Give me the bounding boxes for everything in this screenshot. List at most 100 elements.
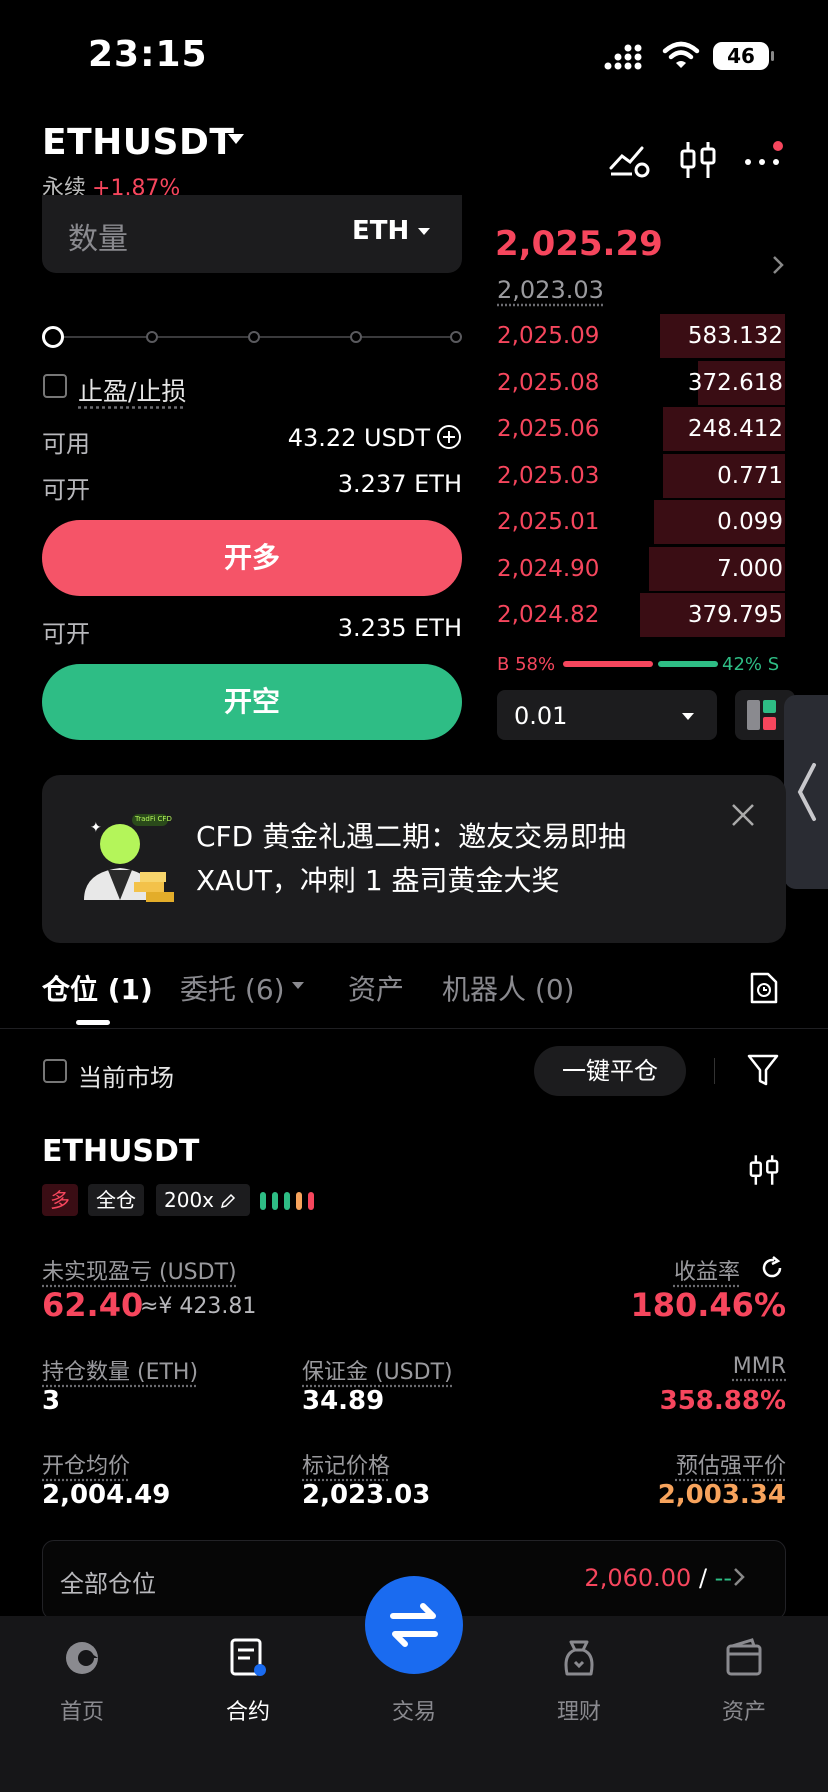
mark-price-label: 标记价格 bbox=[302, 1454, 391, 1479]
price-alert-icon[interactable] bbox=[608, 138, 652, 182]
tab-bots[interactable]: 机器人 (0) bbox=[442, 968, 575, 1008]
ask-price: 2,024.82 bbox=[497, 602, 600, 628]
divider bbox=[0, 1028, 828, 1029]
available-label: 可用 bbox=[42, 430, 90, 458]
leverage-badge[interactable]: 200x bbox=[156, 1184, 250, 1216]
slider-step[interactable] bbox=[350, 331, 362, 343]
orderbook-ask-row[interactable]: 2,024.82 379.795 bbox=[495, 592, 785, 638]
signal-icon bbox=[604, 44, 642, 70]
tpsl-label[interactable]: 止盈/止损 bbox=[78, 372, 186, 408]
active-tab-indicator bbox=[76, 1020, 110, 1025]
entry-price-label: 开仓均价 bbox=[42, 1454, 131, 1479]
all-positions-summary: 2,060.00 / -- bbox=[584, 1564, 732, 1592]
leverage-value: 200x bbox=[164, 1188, 215, 1212]
separator: / bbox=[698, 1564, 708, 1592]
candlestick-chart-icon[interactable] bbox=[676, 138, 720, 182]
ask-price: 2,025.03 bbox=[497, 463, 600, 489]
ask-size: 7.000 bbox=[717, 556, 783, 582]
ask-size: 372.618 bbox=[687, 370, 783, 396]
promo-badge: TradFi CFD bbox=[135, 815, 172, 823]
nav-assets[interactable]: 资产 bbox=[694, 1694, 794, 1726]
adl-indicator bbox=[260, 1192, 314, 1210]
edit-icon bbox=[221, 1193, 236, 1209]
mark-price-value: 2,023.03 bbox=[302, 1480, 431, 1510]
quantity-label: 数量 bbox=[68, 222, 128, 257]
earn-icon[interactable] bbox=[557, 1636, 601, 1680]
svg-text:✦: ✦ bbox=[90, 820, 102, 836]
ask-size: 0.771 bbox=[717, 463, 783, 489]
chevron-down-icon[interactable] bbox=[418, 228, 430, 235]
nav-trade[interactable]: 交易 bbox=[364, 1694, 464, 1726]
chevron-right-icon[interactable] bbox=[732, 1566, 746, 1588]
last-price: 2,025.29 bbox=[495, 224, 663, 264]
ask-size: 583.132 bbox=[687, 323, 783, 349]
upnl-cny: ≈¥ 423.81 bbox=[140, 1294, 257, 1319]
open-long-button[interactable]: 开多 bbox=[42, 520, 462, 596]
chevron-right-icon[interactable] bbox=[770, 254, 786, 276]
tab-orders[interactable]: 委托 (6) bbox=[180, 968, 285, 1008]
more-icon[interactable] bbox=[742, 138, 786, 182]
add-funds-icon[interactable] bbox=[436, 424, 462, 450]
liq-price-label: 预估强平价 bbox=[675, 1454, 786, 1479]
promo-text: CFD 黄金礼遇二期：邀友交易即抽XAUT，冲刺 1 盎司黄金大奖 bbox=[196, 820, 627, 897]
margin-mode-badge: 全仓 bbox=[88, 1184, 144, 1216]
chevron-down-icon[interactable] bbox=[228, 134, 244, 144]
tab-positions[interactable]: 仓位 (1) bbox=[42, 968, 153, 1008]
slider-step[interactable] bbox=[146, 331, 158, 343]
available-value: 43.22 USDT bbox=[287, 424, 430, 452]
close-icon[interactable] bbox=[730, 802, 756, 828]
size-label: 持仓数量 (ETH) bbox=[42, 1360, 199, 1385]
upnl-value: 62.40 bbox=[42, 1286, 144, 1324]
ask-price: 2,025.01 bbox=[497, 509, 600, 535]
wifi-icon bbox=[662, 41, 700, 68]
mark-price: 2,023.03 bbox=[497, 276, 604, 304]
ask-size: 379.795 bbox=[687, 602, 783, 628]
orderbook-ask-row[interactable]: 2,025.03 0.771 bbox=[495, 453, 785, 499]
sell-ratio: 42% S bbox=[722, 654, 780, 675]
close-all-button[interactable]: 一键平仓 bbox=[534, 1046, 686, 1096]
open-short-button[interactable]: 开空 bbox=[42, 664, 462, 740]
ask-size: 0.099 bbox=[717, 509, 783, 535]
sell-ratio-bar bbox=[658, 661, 718, 667]
chevron-down-icon[interactable] bbox=[682, 713, 694, 720]
slider-handle[interactable] bbox=[42, 326, 64, 348]
home-icon[interactable] bbox=[60, 1636, 104, 1680]
refresh-icon[interactable] bbox=[760, 1256, 784, 1280]
quantity-unit-selector[interactable]: ETH bbox=[352, 216, 409, 246]
ask-price: 2,025.09 bbox=[497, 323, 600, 349]
orderbook-ask-row[interactable]: 2,025.01 0.099 bbox=[495, 499, 785, 545]
orderbook-ask-row[interactable]: 2,025.06 248.412 bbox=[495, 406, 785, 452]
contract-icon[interactable] bbox=[226, 1636, 270, 1680]
history-icon[interactable] bbox=[748, 970, 780, 1006]
orderbook-ask-row[interactable]: 2,025.09 583.132 bbox=[495, 313, 785, 359]
size-value: 3 bbox=[42, 1386, 61, 1416]
position-symbol[interactable]: ETHUSDT bbox=[42, 1134, 199, 1169]
nav-home[interactable]: 首页 bbox=[32, 1694, 132, 1726]
orderbook-ask-row[interactable]: 2,024.90 7.000 bbox=[495, 546, 785, 592]
slider-step[interactable] bbox=[450, 331, 462, 343]
current-market-checkbox[interactable] bbox=[43, 1059, 67, 1083]
pair-selector[interactable]: ETHUSDT bbox=[42, 122, 234, 163]
candlestick-chart-icon[interactable] bbox=[746, 1150, 782, 1190]
nav-contract[interactable]: 合约 bbox=[198, 1694, 298, 1726]
roe-label: 收益率 bbox=[673, 1260, 740, 1285]
wallet-icon[interactable] bbox=[722, 1636, 766, 1680]
chevron-down-icon[interactable] bbox=[292, 982, 304, 989]
trade-button[interactable] bbox=[365, 1576, 463, 1674]
margin-label: 保证金 (USDT) bbox=[302, 1360, 453, 1385]
mmr-value: 358.88% bbox=[659, 1386, 786, 1416]
open-long-label: 可开 bbox=[42, 476, 90, 504]
slider-step[interactable] bbox=[248, 331, 260, 343]
upnl-label: 未实现盈亏 (USDT) bbox=[42, 1260, 237, 1285]
nav-earn[interactable]: 理财 bbox=[529, 1694, 629, 1726]
orderbook-ask-row[interactable]: 2,025.08 372.618 bbox=[495, 360, 785, 406]
filter-icon[interactable] bbox=[746, 1052, 780, 1088]
current-market-label[interactable]: 当前市场 bbox=[78, 1058, 174, 1093]
tpsl-checkbox[interactable] bbox=[43, 374, 67, 398]
side-badge: 多 bbox=[42, 1184, 78, 1216]
tab-assets[interactable]: 资产 bbox=[348, 968, 404, 1008]
side-drawer-tab[interactable] bbox=[784, 695, 828, 889]
margin-value: 34.89 bbox=[302, 1386, 385, 1416]
ask-size: 248.412 bbox=[687, 416, 783, 442]
ask-price: 2,025.08 bbox=[497, 370, 600, 396]
